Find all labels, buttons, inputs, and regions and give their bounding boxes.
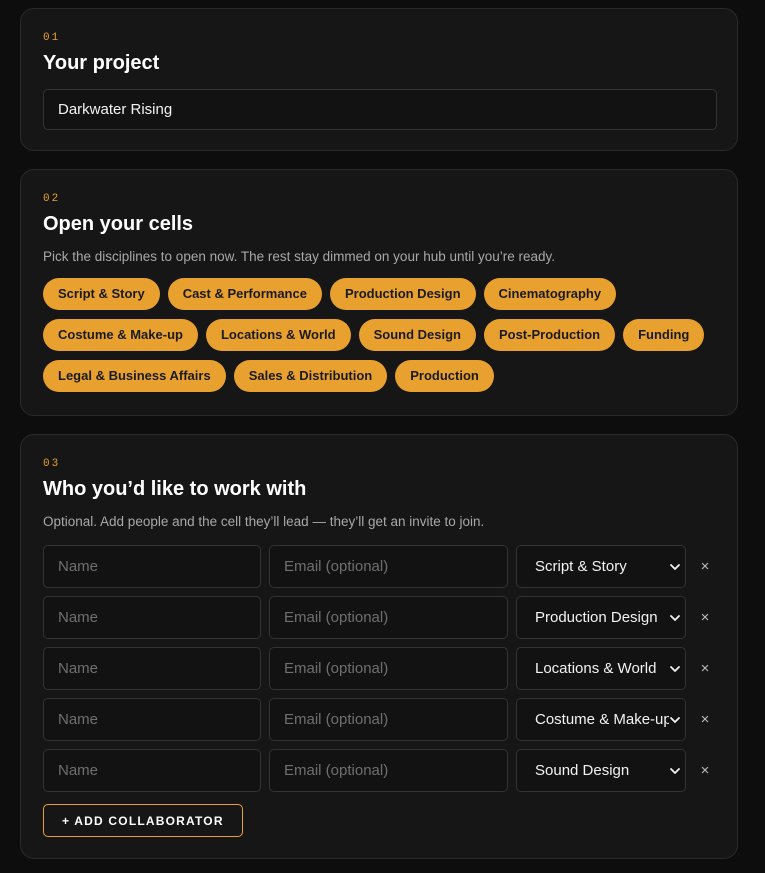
collaborator-name-input[interactable]: [43, 749, 261, 792]
collaborator-email-input[interactable]: [269, 545, 508, 588]
cell-chip[interactable]: Production Design: [329, 278, 476, 310]
chevron-down-icon: [670, 716, 680, 723]
cell-chip[interactable]: Funding: [623, 319, 705, 351]
remove-collaborator-button[interactable]: ×: [698, 559, 712, 574]
collaborator-email-input[interactable]: [269, 647, 508, 690]
remove-collaborator-button[interactable]: ×: [698, 610, 712, 625]
cell-select-value: Production Design: [535, 609, 658, 626]
cell-select-value: Script & Story: [535, 558, 627, 575]
chevron-down-icon: [670, 767, 680, 774]
collaborator-row: Costume & Make-up ×: [43, 698, 715, 741]
project-card: 01 Your project: [20, 8, 738, 151]
collaborator-row: Sound Design ×: [43, 749, 715, 792]
collaborator-email-input[interactable]: [269, 698, 508, 741]
cell-select[interactable]: Sound Design: [516, 749, 686, 792]
collaborator-row: Locations & World ×: [43, 647, 715, 690]
remove-collaborator-button[interactable]: ×: [698, 712, 712, 727]
project-name-input[interactable]: [43, 89, 717, 130]
collaborator-name-input[interactable]: [43, 698, 261, 741]
section-title: Your project: [43, 52, 160, 74]
cell-select-value: Costume & Make-up: [535, 711, 669, 728]
collaborator-row: Script & Story ×: [43, 545, 715, 588]
cell-chip[interactable]: Sales & Distribution: [233, 360, 388, 392]
cell-chip-list: Script & Story Cast & Performance Produc…: [43, 278, 723, 392]
cell-chip[interactable]: Production: [395, 360, 494, 392]
cell-chip[interactable]: Costume & Make-up: [43, 319, 198, 351]
collaborator-list: Script & Story × Production Design × Loc…: [43, 545, 715, 792]
step-number: 01: [43, 32, 61, 44]
cell-select[interactable]: Locations & World: [516, 647, 686, 690]
cell-chip[interactable]: Legal & Business Affairs: [43, 360, 226, 392]
cell-select-value: Sound Design: [535, 762, 630, 779]
chevron-down-icon: [670, 665, 680, 672]
collaborators-card: 03 Who you’d like to work with Optional.…: [20, 434, 738, 859]
cell-select[interactable]: Production Design: [516, 596, 686, 639]
cells-card: 02 Open your cells Pick the disciplines …: [20, 169, 738, 416]
step-number: 03: [43, 458, 61, 470]
chevron-down-icon: [670, 614, 680, 621]
collaborator-name-input[interactable]: [43, 647, 261, 690]
section-title: Open your cells: [43, 213, 194, 235]
section-description: Pick the disciplines to open now. The re…: [43, 249, 556, 264]
collaborator-email-input[interactable]: [269, 749, 508, 792]
step-number: 02: [43, 193, 61, 205]
cell-chip[interactable]: Locations & World: [205, 319, 351, 351]
section-description: Optional. Add people and the cell they’l…: [43, 514, 485, 529]
collaborator-name-input[interactable]: [43, 545, 261, 588]
cell-chip[interactable]: Script & Story: [43, 278, 160, 310]
collaborator-name-input[interactable]: [43, 596, 261, 639]
chevron-down-icon: [670, 563, 680, 570]
cell-chip[interactable]: Cast & Performance: [167, 278, 322, 310]
remove-collaborator-button[interactable]: ×: [698, 763, 712, 778]
cell-select[interactable]: Script & Story: [516, 545, 686, 588]
cell-chip[interactable]: Post-Production: [483, 319, 616, 351]
cell-chip[interactable]: Sound Design: [358, 319, 476, 351]
remove-collaborator-button[interactable]: ×: [698, 661, 712, 676]
section-title: Who you’d like to work with: [43, 478, 307, 500]
collaborator-email-input[interactable]: [269, 596, 508, 639]
cell-select[interactable]: Costume & Make-up: [516, 698, 686, 741]
add-collaborator-button[interactable]: + ADD COLLABORATOR: [43, 804, 243, 837]
cell-chip[interactable]: Cinematography: [483, 278, 617, 310]
cell-select-value: Locations & World: [535, 660, 657, 677]
collaborator-row: Production Design ×: [43, 596, 715, 639]
